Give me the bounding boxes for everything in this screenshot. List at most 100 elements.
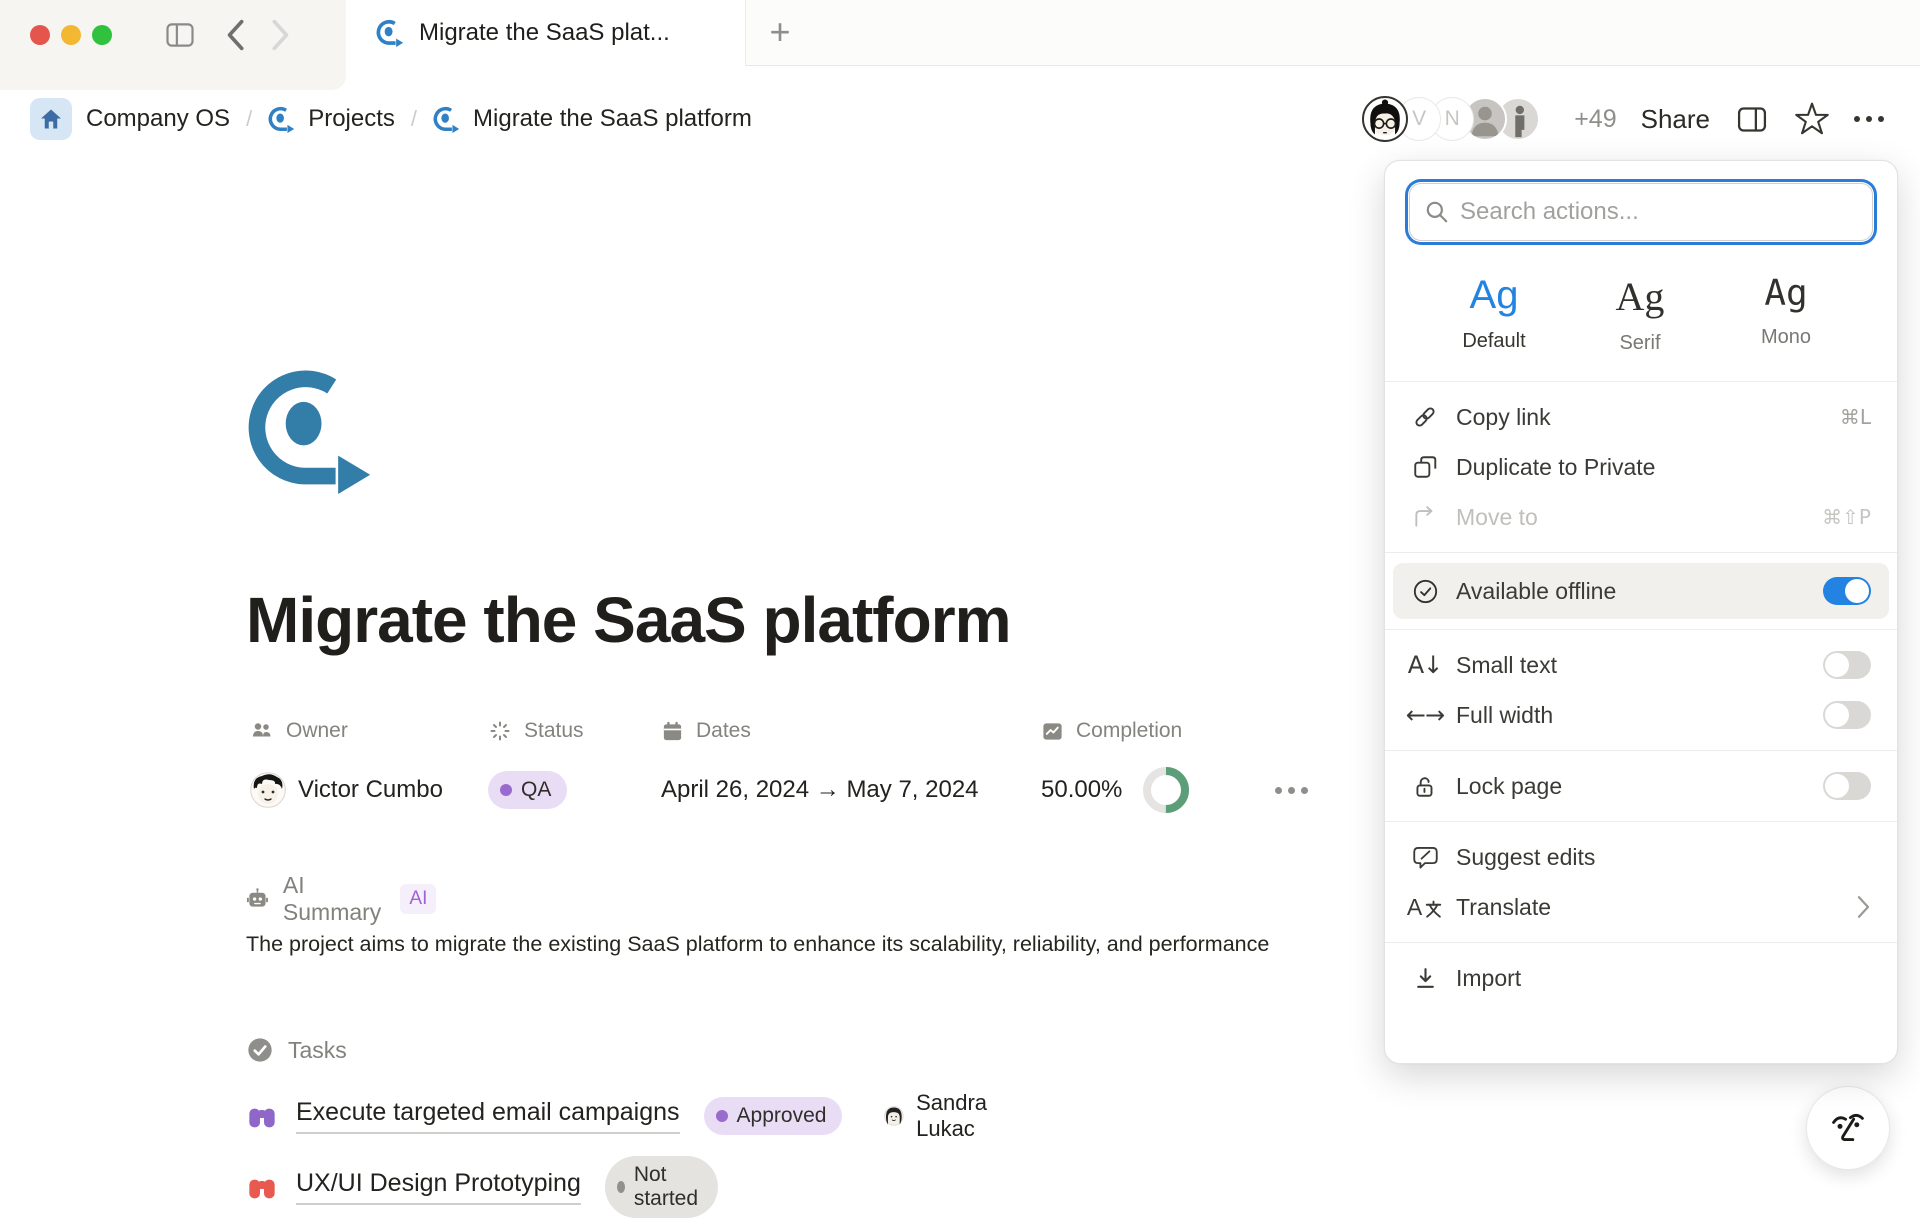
window-tab-bar: Migrate the SaaS plat... +	[0, 0, 1920, 66]
project-icon	[433, 106, 460, 133]
header-actions: V N +49 Share	[1362, 96, 1884, 142]
font-option-mono[interactable]: Ag Mono	[1713, 273, 1859, 355]
breadcrumb-item-projects[interactable]: Projects	[268, 105, 395, 133]
search-actions-box[interactable]	[1409, 183, 1873, 241]
task-status-pill[interactable]: Approved	[704, 1097, 843, 1135]
breadcrumb-item-company-os[interactable]: Company OS	[86, 105, 230, 133]
available-offline-toggle[interactable]	[1823, 577, 1871, 605]
menu-divider	[1385, 629, 1897, 630]
page-options-menu: Ag Default Ag Serif Ag Mono Copy link ⌘L…	[1384, 160, 1898, 1064]
check-circle-outline-icon	[1411, 578, 1439, 605]
more-options-button[interactable]	[1854, 116, 1884, 122]
binoculars-icon	[246, 1171, 278, 1203]
menu-divider	[1385, 381, 1897, 382]
search-actions-input[interactable]	[1460, 198, 1858, 226]
menu-divider	[1385, 942, 1897, 943]
minimize-window-button[interactable]	[61, 25, 81, 45]
open-side-panel-icon[interactable]	[1734, 104, 1770, 135]
menu-item-lock-page[interactable]: Lock page	[1385, 761, 1897, 811]
status-value[interactable]: QA	[488, 766, 661, 814]
shortcut-hint: ⌘L	[1840, 405, 1871, 429]
menu-item-move-to[interactable]: Move to ⌘⇧P	[1385, 492, 1897, 542]
font-option-default[interactable]: Ag Default	[1421, 273, 1567, 355]
menu-item-available-offline[interactable]: Available offline	[1393, 563, 1889, 619]
page-header: Company OS / Projects / Migrate the SaaS…	[0, 78, 1920, 160]
page-project-icon[interactable]	[246, 366, 374, 494]
people-icon	[250, 719, 274, 743]
zoom-window-button[interactable]	[92, 25, 112, 45]
ai-summary-label: AI Summary	[283, 872, 387, 926]
task-row: Execute targeted email campaigns Approve…	[246, 1090, 999, 1142]
back-button[interactable]	[224, 18, 246, 52]
favorite-star-icon[interactable]	[1794, 101, 1830, 137]
menu-divider	[1385, 750, 1897, 751]
link-icon	[1411, 404, 1439, 430]
menu-item-highlight: Available offline	[1393, 563, 1889, 619]
font-option-serif[interactable]: Ag Serif	[1567, 273, 1713, 355]
search-icon	[1424, 199, 1450, 225]
check-circle-icon	[246, 1036, 274, 1064]
full-width-icon: ←→	[1411, 703, 1439, 727]
shortcut-hint: ⌘⇧P	[1822, 505, 1871, 529]
forward-button[interactable]	[270, 18, 292, 52]
ai-summary-header: AI Summary AI	[246, 872, 436, 926]
notion-ai-button[interactable]	[1806, 1086, 1890, 1170]
completion-property-label[interactable]: Completion	[1041, 718, 1275, 744]
font-picker: Ag Default Ag Serif Ag Mono	[1385, 273, 1897, 355]
menu-item-translate[interactable]: A Translate	[1385, 882, 1897, 932]
breadcrumb: Company OS / Projects / Migrate the SaaS…	[30, 98, 752, 140]
ai-face-icon	[1824, 1104, 1872, 1152]
tab-strip-background	[746, 0, 1920, 66]
property-overflow-button[interactable]	[1275, 718, 1308, 814]
ai-summary-text[interactable]: The project aims to migrate the existing…	[246, 932, 1269, 957]
tab-title: Migrate the SaaS plat...	[419, 19, 670, 47]
task-row: UX/UI Design Prototyping Not started	[246, 1156, 718, 1218]
avatar-stack[interactable]: V N	[1362, 96, 1540, 142]
home-icon[interactable]	[30, 98, 72, 140]
lock-page-toggle[interactable]	[1823, 772, 1871, 800]
menu-divider	[1385, 821, 1897, 822]
avatar	[1362, 96, 1408, 142]
property-row: Owner Victor Cumbo	[250, 718, 1308, 814]
unlock-icon	[1411, 773, 1439, 799]
task-link[interactable]: Execute targeted email campaigns	[296, 1098, 680, 1134]
owner-avatar	[250, 772, 286, 808]
project-icon	[376, 19, 404, 47]
submenu-chevron-icon	[1856, 894, 1871, 920]
completion-value[interactable]: 50.00%	[1041, 766, 1275, 814]
breadcrumb-item-current-page[interactable]: Migrate the SaaS platform	[433, 105, 752, 133]
menu-item-copy-link[interactable]: Copy link ⌘L	[1385, 392, 1897, 442]
menu-item-small-text[interactable]: A↓ Small text	[1385, 640, 1897, 690]
calendar-icon	[661, 720, 684, 743]
breadcrumb-separator: /	[409, 106, 419, 132]
new-tab-button[interactable]: +	[758, 10, 802, 54]
status-property-label[interactable]: Status	[488, 718, 661, 744]
task-status-pill[interactable]: Not started	[605, 1156, 718, 1218]
dates-value[interactable]: April 26, 2024 → May 7, 2024	[661, 766, 1041, 814]
active-tab[interactable]: Migrate the SaaS plat...	[346, 0, 746, 66]
share-button[interactable]: Share	[1641, 104, 1710, 135]
project-icon	[268, 106, 295, 133]
avatar-overflow-count[interactable]: +49	[1574, 105, 1616, 134]
task-assignee[interactable]: Sandra Lukac	[884, 1090, 999, 1142]
close-window-button[interactable]	[30, 25, 50, 45]
assignee-avatar	[884, 1100, 904, 1132]
dates-property-label[interactable]: Dates	[661, 718, 1041, 744]
menu-item-duplicate-to-private[interactable]: Duplicate to Private	[1385, 442, 1897, 492]
page-title[interactable]: Migrate the SaaS platform	[246, 583, 1011, 657]
chart-icon	[1041, 720, 1064, 743]
import-icon	[1411, 966, 1439, 991]
full-width-toggle[interactable]	[1823, 701, 1871, 729]
owner-value[interactable]: Victor Cumbo	[250, 766, 488, 814]
ai-badge: AI	[400, 884, 436, 914]
menu-item-import[interactable]: Import	[1385, 953, 1897, 1003]
robot-icon	[246, 885, 269, 913]
owner-property-label[interactable]: Owner	[250, 718, 488, 744]
status-pill: QA	[488, 771, 567, 809]
tasks-header: Tasks	[246, 1036, 347, 1064]
menu-item-suggest-edits[interactable]: Suggest edits	[1385, 832, 1897, 882]
small-text-toggle[interactable]	[1823, 651, 1871, 679]
menu-item-full-width[interactable]: ←→ Full width	[1385, 690, 1897, 740]
binoculars-icon	[246, 1100, 278, 1132]
sidebar-toggle-icon[interactable]	[160, 20, 200, 50]
